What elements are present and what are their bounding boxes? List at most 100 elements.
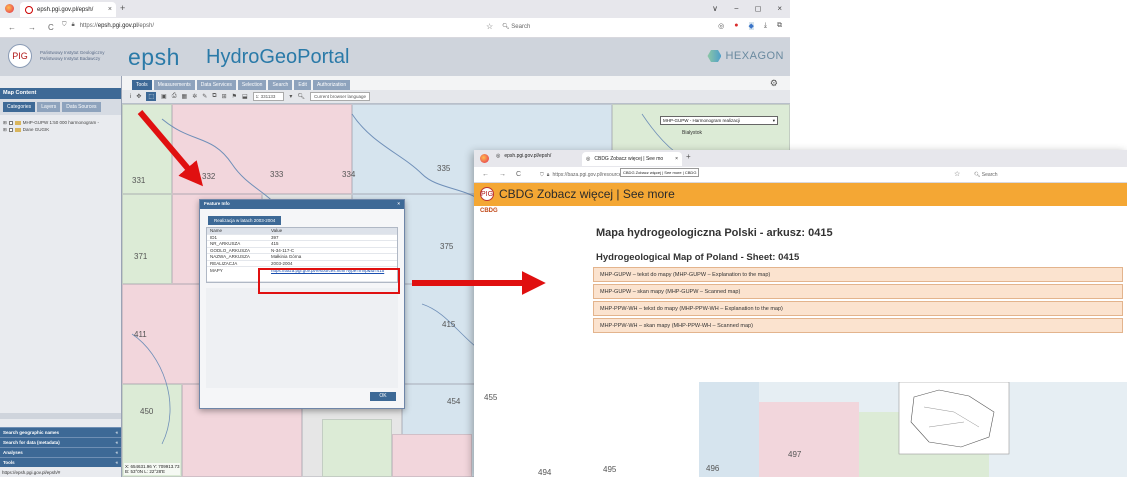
accordion-analyses[interactable]: Analyses «: [0, 447, 121, 457]
extension-icon[interactable]: ◆: [748, 22, 754, 30]
firefox-icon: [480, 154, 489, 163]
settings-icon[interactable]: ✲: [192, 93, 197, 100]
pan-icon[interactable]: ✥: [136, 93, 141, 100]
export-icon[interactable]: ⬓: [242, 93, 248, 100]
table-icon[interactable]: ▦: [182, 93, 188, 100]
expand-icon[interactable]: ⊞: [3, 119, 7, 126]
zoom-icon[interactable]: 🔍︎: [297, 93, 305, 100]
accordion-tools[interactable]: Tools «: [0, 457, 121, 467]
page-title: Mapa hydrogeologiczna Polski - arkusz: 0…: [596, 227, 833, 239]
scale-select[interactable]: 1: 331133: [252, 92, 285, 101]
pgi-logo: PIG: [8, 44, 32, 68]
tab-data-sources[interactable]: Data Sources: [62, 102, 101, 112]
pocket-icon[interactable]: ◎: [718, 22, 724, 30]
print-icon[interactable]: ⎙: [172, 93, 177, 100]
navigation-bar: ← → C ⛉ 🔒︎ https://epsh.pgi.gov.pl/epsh/…: [0, 18, 790, 38]
page-subtitle: Hydrogeological Map of Poland - Sheet: 0…: [596, 252, 800, 263]
header-title: CBDG Zobacz więcej | See more: [499, 187, 675, 201]
layers-icon[interactable]: ⧉: [212, 93, 216, 100]
tab-label: epsh.pgi.gov.pl/epsh/: [37, 6, 94, 13]
forward-icon[interactable]: →: [28, 23, 36, 32]
resource-link[interactable]: MHP-PPW-WH – skan mapy (MHP-PPW-WH – Sca…: [593, 318, 1123, 333]
tab-data-services[interactable]: Data Services: [196, 80, 236, 90]
accordion-search-metadata[interactable]: Search for data (metadata) «: [0, 437, 121, 447]
sheet-number: 371: [134, 252, 148, 261]
status-url: https://epsh.pgi.gov.pl/epsh/#: [2, 470, 61, 475]
tab-categories[interactable]: Categories: [3, 102, 36, 112]
back-icon[interactable]: ←: [8, 23, 16, 32]
minimize-icon[interactable]: −: [734, 4, 739, 13]
bookmark-star-icon[interactable]: ☆: [486, 22, 493, 31]
feature-tab[interactable]: Realizacja w latach 2003-2004: [208, 216, 282, 225]
language-select[interactable]: Current browser language: [309, 92, 371, 101]
url-bar[interactable]: ⛉ 🔒︎ https://epsh.pgi.gov.pl/epsh/: [62, 22, 154, 29]
tab-selection[interactable]: Selection: [237, 80, 267, 90]
new-tab-button[interactable]: +: [686, 152, 691, 161]
maximize-icon[interactable]: ◻: [755, 4, 762, 13]
sheet-number: 415: [442, 320, 456, 329]
reload-icon[interactable]: C: [48, 23, 54, 32]
lock-icon: 🔒︎: [546, 172, 550, 178]
resource-link[interactable]: MHP-GUPW – skan mapy (MHP-GUPW – Scanned…: [593, 284, 1123, 299]
tab-tools[interactable]: Tools: [132, 80, 152, 90]
institute-name: Państwowy Instytut Geologiczny Państwowy…: [40, 50, 105, 61]
search-box[interactable]: 🔍︎ Search: [974, 172, 998, 178]
pencil-icon[interactable]: ✎: [202, 93, 207, 100]
layer-select[interactable]: MHP-GUPW - Harmonogram realizacji ▾: [660, 116, 778, 125]
map-ribbon-tabs: Tools Measurements Data Services Selecti…: [132, 80, 351, 90]
tab-cbdg[interactable]: ◎ CBDG Zobacz więcej | See mo ×: [582, 152, 682, 166]
shield-icon: ⛉: [62, 22, 67, 28]
resource-link[interactable]: MHP-PPW-WH – tekst do mapy (MHP-PPW-WH –…: [593, 301, 1123, 316]
search-box[interactable]: 🔍︎ Search: [502, 23, 530, 30]
accordion-search-names[interactable]: Search geographic names «: [0, 427, 121, 437]
reload-icon[interactable]: C: [516, 171, 521, 178]
ublock-icon[interactable]: ●: [734, 22, 738, 30]
sidebar-scrollbar[interactable]: [0, 413, 121, 419]
sheet-number: 334: [342, 170, 356, 179]
sidebar-accordions: Search geographic names « Search for data…: [0, 427, 121, 477]
tab-close-icon[interactable]: ×: [108, 6, 112, 13]
gear-icon[interactable]: ⚙: [770, 78, 778, 89]
map-content-sidebar: Map Content Categories Layers Data Sourc…: [0, 76, 122, 477]
close-icon[interactable]: ×: [397, 201, 400, 208]
shield-icon: ⛉: [540, 172, 544, 178]
tab-edit[interactable]: Edit: [294, 80, 311, 90]
layer-checkbox[interactable]: [8, 127, 13, 132]
close-window-icon[interactable]: ×: [777, 4, 782, 13]
dialog-titlebar[interactable]: Feature Info ×: [200, 200, 404, 209]
download-icon[interactable]: ⤓: [764, 22, 767, 30]
back-icon[interactable]: ←: [482, 171, 489, 178]
forward-icon[interactable]: →: [499, 171, 506, 178]
navigation-bar: ← → C ⛉ 🔒︎ https://baza.pgi.gov.pl/resou…: [474, 167, 1127, 183]
layer-checkbox[interactable]: [8, 120, 13, 125]
cbdg-link[interactable]: CBDG: [480, 208, 498, 214]
expand-icon: «: [115, 430, 118, 435]
tree-item[interactable]: ⊞ MHP-GUPW 1:50 000 harmonogram -: [3, 119, 118, 126]
dropdown-icon[interactable]: ▾: [289, 93, 292, 100]
resource-list: MHP-GUPW – tekst do mapy (MHP-GUPW – Exp…: [593, 267, 1123, 335]
grid-icon[interactable]: ⊞: [222, 93, 227, 100]
resource-link[interactable]: MHP-GUPW – tekst do mapy (MHP-GUPW – Exp…: [593, 267, 1123, 282]
select-icon[interactable]: ⬚: [146, 92, 157, 101]
info-icon[interactable]: i: [130, 94, 131, 100]
tab-authorization[interactable]: Authorization: [312, 80, 351, 90]
sidebar-tabs: Categories Layers Data Sources: [0, 99, 121, 115]
tab-measurements[interactable]: Measurements: [153, 80, 195, 90]
expand-icon[interactable]: ⊞: [3, 126, 7, 133]
tab-layers[interactable]: Layers: [37, 102, 61, 112]
ok-button[interactable]: OK: [370, 392, 396, 401]
tab-list-icon[interactable]: ∨: [712, 4, 718, 13]
flag-icon[interactable]: ⚑: [232, 93, 237, 100]
expand-icon: «: [115, 440, 118, 445]
tab-epsh[interactable]: ◎ epsh.pgi.gov.pl/epsh/: [496, 153, 551, 159]
tab-epsh[interactable]: epsh.pgi.gov.pl/epsh/ ×: [20, 2, 116, 17]
tab-close-icon[interactable]: ×: [675, 156, 678, 162]
bookmark-star-icon[interactable]: ☆: [954, 170, 960, 178]
expand-icon: «: [115, 460, 118, 465]
new-tab-button[interactable]: +: [120, 3, 125, 13]
tab-search[interactable]: Search: [268, 80, 293, 90]
tree-item[interactable]: ⊞ Dane GUGIK: [3, 126, 118, 133]
save-icon[interactable]: ▣: [161, 93, 167, 100]
sheet-number: 332: [202, 172, 216, 181]
extensions-icon[interactable]: ⧉: [777, 22, 782, 30]
